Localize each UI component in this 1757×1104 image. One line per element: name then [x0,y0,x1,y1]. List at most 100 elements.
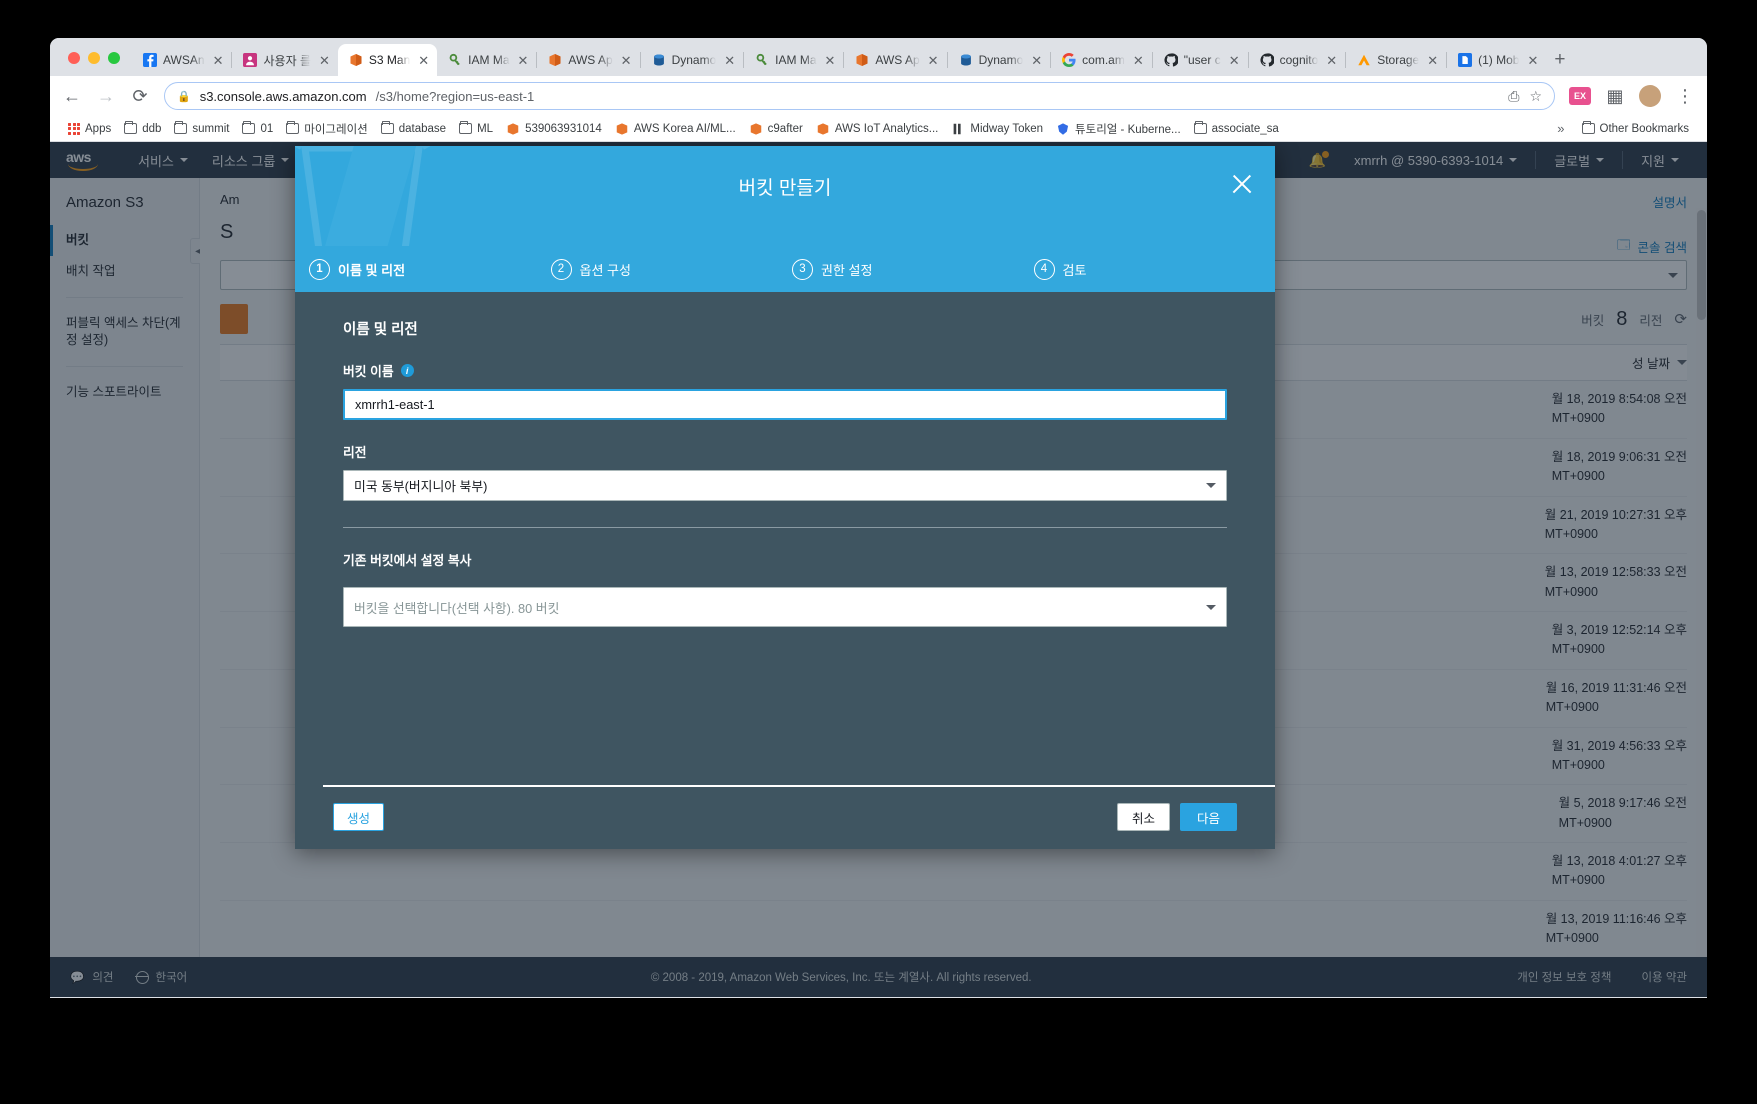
tab-close-icon[interactable]: ✕ [1229,54,1240,67]
step-number: 2 [550,258,572,280]
bookmark-label: 마이그레이션 [304,123,368,136]
modal-step-4[interactable]: 4 검토 [1033,258,1276,280]
tab-label: IAM Ma [468,53,510,67]
region-select[interactable]: 미국 동부(버지니아 북부) [343,470,1227,501]
address-bar[interactable]: 🔒 s3.console.aws.amazon.com/s3/home?regi… [164,82,1555,110]
close-icon[interactable] [1229,171,1255,197]
region-group: 리전 미국 동부(버지니아 북부) [343,442,1227,501]
aws-console-page: aws 서비스 리소스 그룹 📌 🔔 xmrrh @ 5390-6393-101… [50,142,1707,997]
tab-label: AWS Ap [875,53,920,67]
browser-tab[interactable]: IAM Ma ✕ [437,44,536,76]
browser-tab[interactable]: IAM Ma ✕ [744,44,843,76]
bookmark-item[interactable]: Apps [62,120,117,138]
bucket-name-input[interactable] [343,389,1227,420]
bookmark-item[interactable]: database [375,120,452,138]
star-icon[interactable]: ☆ [1529,88,1542,105]
copy-settings-group: 기존 버킷에서 설정 복사 버킷을 선택합니다(선택 사항). 80 버킷 [343,550,1227,627]
browser-tab[interactable]: Dynamo ✕ [641,44,744,76]
bookmark-item[interactable]: summit [168,120,235,138]
modal-step-3[interactable]: 3 권한 설정 [792,258,1034,280]
bookmark-item[interactable]: 마이그레이션 [280,118,373,140]
bookmarks-overflow-button[interactable]: » [1549,121,1572,136]
bookmark-item[interactable]: c9after [743,119,809,139]
info-icon[interactable]: i [400,364,414,377]
step-label: 이름 및 리전 [338,262,406,278]
modal-body: 이름 및 리전 버킷 이름 i 리전 미국 동부(버지니아 북부) [295,292,1275,785]
cast-icon[interactable]: ⎙ [1508,88,1519,105]
extension-puzzle-icon[interactable]: ▦ [1605,86,1625,107]
new-tab-button[interactable]: + [1554,50,1565,69]
tab-close-icon[interactable]: ✕ [724,54,735,67]
minimize-window-button[interactable] [88,52,100,64]
bucket-name-label: 버킷 이름 [343,364,394,379]
browser-tab[interactable]: com.am ✕ [1051,44,1152,76]
browser-tab[interactable]: AWS Ap ✕ [537,44,639,76]
browser-tab[interactable]: Storage ✕ [1346,44,1446,76]
profile-avatar[interactable] [1639,85,1661,107]
tab-label: "user c [1183,53,1221,67]
bookmark-item[interactable]: ddb [118,120,167,138]
tab-close-icon[interactable]: ✕ [319,54,330,67]
next-button[interactable]: 다음 [1179,803,1237,831]
other-bookmarks-folder[interactable]: Other Bookmarks [1576,120,1695,138]
desktop-background: AWSAn ✕ 사용자 를 ✕ S3 Man ✕ IAM Ma ✕ AWS Ap ✕ Dynamo ✕… [0,0,1757,1104]
back-button[interactable]: ← [62,86,82,107]
kebab-menu-icon[interactable]: ⋮ [1675,86,1695,107]
section-title: 이름 및 리전 [343,322,418,338]
step-number: 4 [1033,258,1055,280]
folder-icon [1193,120,1207,134]
browser-tab[interactable]: cognito ✕ [1249,44,1346,76]
bookmark-item[interactable]: associate_sa [1188,120,1285,138]
browser-tab[interactable]: S3 Man ✕ [337,44,438,76]
reload-button[interactable]: ⟳ [130,86,150,107]
bookmark-item[interactable]: 01 [236,120,279,138]
browser-tab[interactable]: AWS Ap ✕ [844,44,946,76]
bookmark-item[interactable]: 539063931014 [500,119,608,139]
modal-step-2[interactable]: 2 옵션 구성 [550,258,793,280]
copy-settings-select[interactable]: 버킷을 선택합니다(선택 사항). 80 버킷 [343,587,1227,627]
tab-label: Dynamo [671,53,717,67]
close-window-button[interactable] [68,52,80,64]
tab-close-icon[interactable]: ✕ [213,54,224,67]
browser-tab[interactable]: (1) Mob ✕ [1447,44,1546,76]
cancel-button[interactable]: 취소 [1116,803,1170,831]
amplify-icon [1358,54,1370,66]
folder-icon [459,120,473,134]
bookmark-item[interactable]: Midway Token [945,119,1049,139]
extension-icon[interactable]: EX [1569,87,1591,105]
bookmark-label: 01 [260,122,274,135]
aws-icon [507,122,519,135]
browser-tab[interactable]: 사용자 를 ✕ [232,44,337,76]
s3-bucket-icon [549,54,561,66]
modal-steps: 1 이름 및 리전 2 옵션 구성 3 권한 설정 4 검토 [295,246,1275,292]
other-bookmarks-label: Other Bookmarks [1599,122,1689,135]
browser-tab[interactable]: "user c ✕ [1153,44,1248,76]
create-button[interactable]: 생성 [333,803,385,831]
tab-close-icon[interactable]: ✕ [1326,54,1337,67]
tab-close-icon[interactable]: ✕ [418,54,429,67]
tab-close-icon[interactable]: ✕ [1031,54,1042,67]
bookmark-item[interactable]: 튜토리얼 - Kuberne... [1050,118,1187,140]
tab-close-icon[interactable]: ✕ [1427,54,1438,67]
tab-close-icon[interactable]: ✕ [1133,54,1144,67]
browser-tab[interactable]: AWSAn ✕ [132,44,231,76]
folder-icon [286,120,300,134]
bookmark-item[interactable]: AWS IoT Analytics... [810,119,945,139]
tab-close-icon[interactable]: ✕ [518,54,529,67]
browser-tab[interactable]: Dynamo ✕ [948,44,1051,76]
modal-step-1[interactable]: 1 이름 및 리전 [309,258,551,280]
aws-icon [616,122,628,135]
tab-label: AWSAn [163,53,205,67]
bookmark-item[interactable]: AWS Korea AI/ML... [609,119,742,139]
iam-key-icon [449,53,460,66]
maximize-window-button[interactable] [108,52,120,64]
tab-close-icon[interactable]: ✕ [825,54,836,67]
tab-close-icon[interactable]: ✕ [621,54,632,67]
dynamodb-icon [960,54,971,66]
tab-close-icon[interactable]: ✕ [928,54,939,67]
bookmark-item[interactable]: ML [453,120,499,138]
tab-label: Storage [1377,53,1420,67]
forward-button[interactable]: → [96,86,116,107]
tab-close-icon[interactable]: ✕ [1527,54,1538,67]
browser-window: AWSAn ✕ 사용자 를 ✕ S3 Man ✕ IAM Ma ✕ AWS Ap ✕ Dynamo ✕… [50,38,1707,998]
